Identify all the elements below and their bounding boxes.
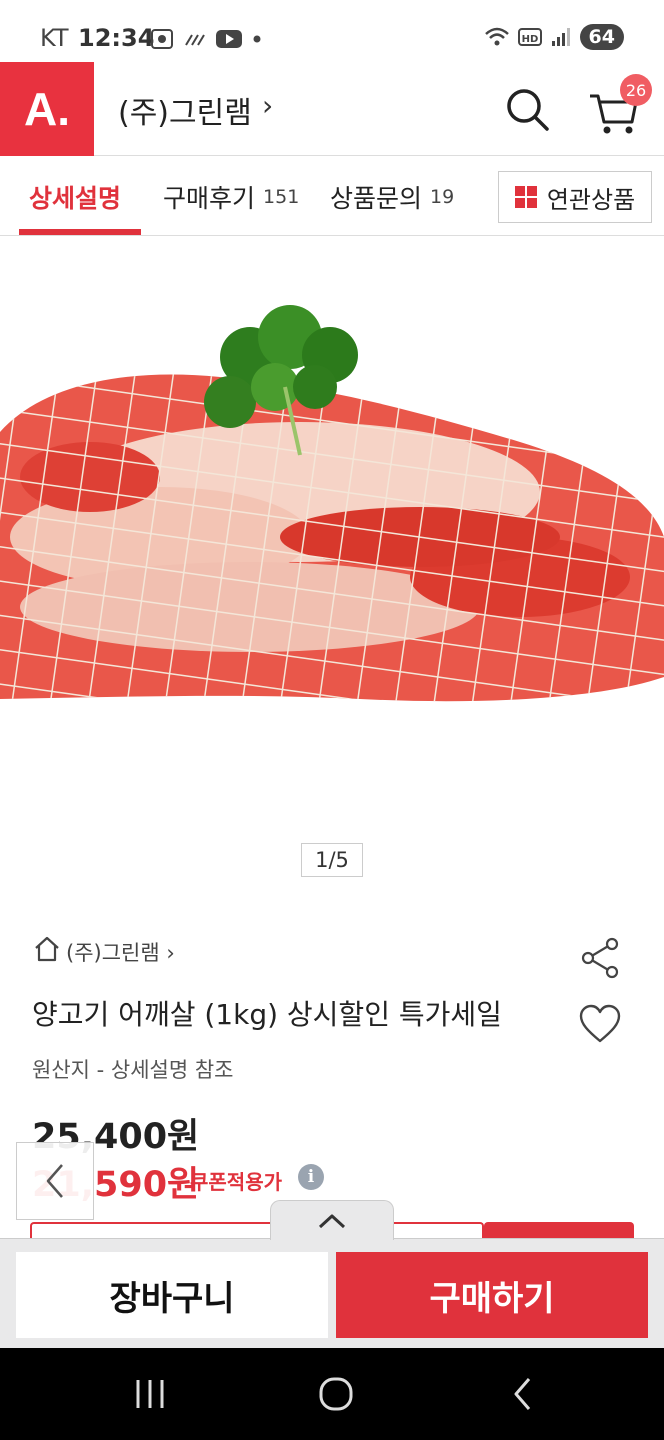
signal-icon — [551, 28, 570, 46]
app-logo[interactable]: A. — [0, 62, 94, 156]
battery-indicator: 64 — [579, 24, 624, 50]
screenshot-icon — [151, 29, 173, 49]
chevron-up-icon — [318, 1214, 346, 1228]
system-icons: HD 64 — [484, 24, 624, 50]
youtube-icon — [216, 30, 242, 48]
dot-icon — [253, 35, 261, 43]
hd-icon: HD — [517, 28, 542, 46]
product-image — [0, 305, 664, 702]
add-to-cart-button[interactable]: 장바구니 — [16, 1252, 328, 1338]
related-products-label: 연관상품 — [546, 185, 636, 214]
tab-label: 구매후기 — [163, 183, 256, 213]
app-header: A. (주)그린램 › — [0, 62, 664, 156]
back-nav-button[interactable] — [492, 1364, 552, 1424]
dashed-lines-icon — [185, 34, 205, 46]
tab-reviews[interactable]: 구매후기 151 — [163, 157, 299, 236]
buy-now-button[interactable]: 구매하기 — [336, 1252, 648, 1338]
status-bar: KT 12:34 HD 64 — [0, 0, 664, 62]
tab-label: 상세설명 — [29, 183, 122, 213]
image-counter: 1/5 — [301, 843, 363, 877]
origin-info: 원산지 - 상세설명 참조 — [32, 1058, 234, 1082]
chevron-right-icon[interactable]: › — [262, 89, 273, 122]
home-icon[interactable] — [33, 936, 61, 962]
product-title: 양고기 어깨살 (1kg) 상시할인 특가세일 — [32, 998, 502, 1031]
wifi-icon — [484, 27, 509, 46]
back-button[interactable] — [16, 1142, 94, 1220]
recent-apps-icon — [136, 1380, 164, 1408]
chevron-left-icon — [46, 1164, 63, 1198]
expand-handle[interactable] — [270, 1200, 394, 1240]
svg-text:HD: HD — [521, 34, 538, 45]
home-circle-icon — [319, 1377, 353, 1411]
search-icon — [507, 89, 549, 131]
coupon-label: 쿠폰적용가 — [190, 1170, 282, 1194]
tab-label: 상품문의 — [330, 183, 423, 213]
share-icon[interactable] — [578, 936, 622, 980]
home-nav-button[interactable] — [306, 1364, 366, 1424]
back-arrow-icon — [514, 1378, 531, 1410]
tab-inquiries[interactable]: 상품문의 19 — [330, 157, 454, 236]
active-tab-indicator — [19, 229, 141, 235]
recent-apps-button[interactable] — [120, 1364, 180, 1424]
related-products-button[interactable]: 연관상품 — [498, 171, 652, 223]
tab-detail[interactable]: 상세설명 — [29, 157, 121, 236]
notification-icons — [150, 28, 262, 50]
store-title[interactable]: (주)그린램 — [118, 88, 252, 132]
grid-icon — [514, 186, 537, 208]
heart-icon[interactable] — [578, 1003, 622, 1045]
status-time: 12:34 — [78, 24, 155, 52]
seller-link[interactable]: (주)그린램 › — [66, 937, 175, 967]
search-button[interactable] — [500, 82, 554, 136]
tab-count: 19 — [430, 185, 455, 208]
carrier-label: KT — [40, 24, 69, 52]
info-icon[interactable]: i — [298, 1164, 324, 1190]
cart-count-badge: 26 — [620, 74, 652, 106]
tab-count: 151 — [263, 185, 300, 208]
product-image-gallery[interactable] — [0, 237, 664, 900]
